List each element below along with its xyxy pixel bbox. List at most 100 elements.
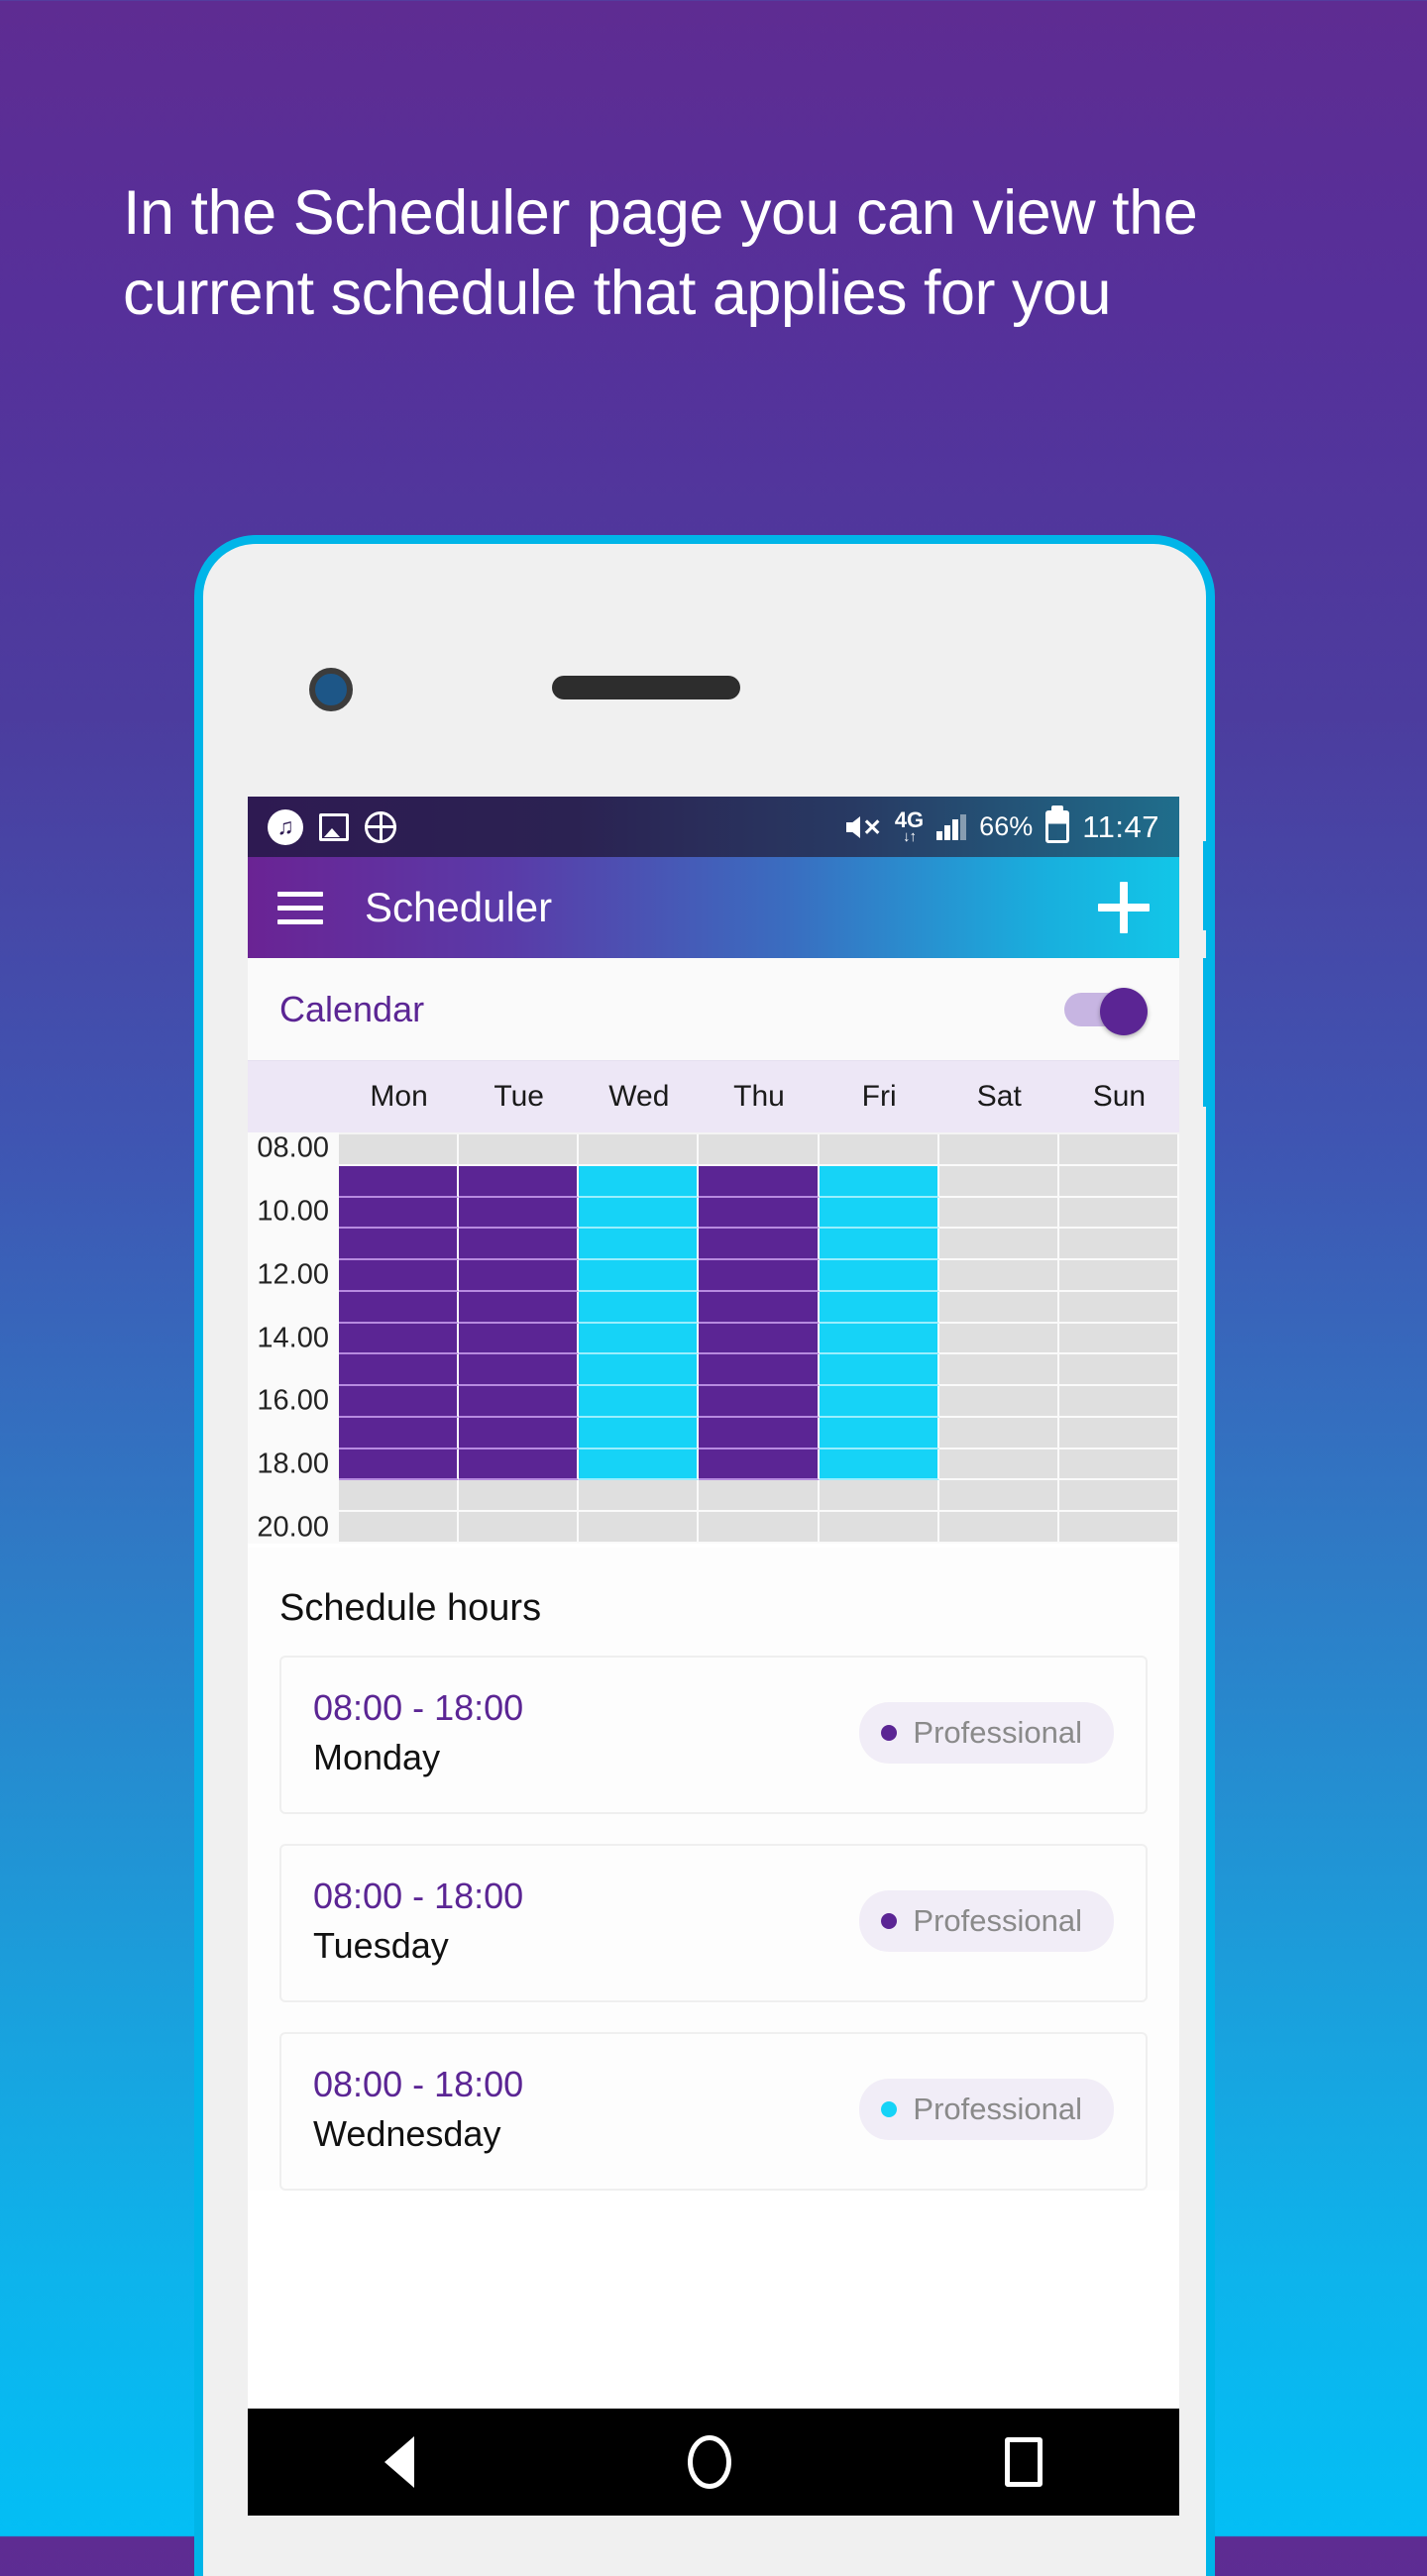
calendar-cell[interactable] (459, 1323, 580, 1355)
calendar-cell[interactable] (819, 1229, 939, 1261)
calendar-cell[interactable] (938, 1260, 1059, 1292)
calendar-cell[interactable] (1058, 1417, 1179, 1449)
calendar-cell[interactable] (819, 1291, 939, 1324)
calendar-cell[interactable] (819, 1417, 939, 1449)
calendar-cell[interactable] (699, 1197, 820, 1230)
calendar-cell[interactable] (459, 1386, 580, 1418)
calendar-cell[interactable] (1058, 1449, 1179, 1481)
schedule-card[interactable]: 08:00 - 18:00 Wednesday Professional (279, 2032, 1148, 2191)
calendar-cell[interactable] (819, 1386, 939, 1418)
calendar-cell[interactable] (459, 1417, 580, 1449)
schedule-card[interactable]: 08:00 - 18:00 Tuesday Professional (279, 1844, 1148, 2002)
calendar-cell[interactable] (819, 1165, 939, 1198)
calendar-cell[interactable] (459, 1291, 580, 1324)
calendar-cell[interactable] (1058, 1512, 1179, 1544)
calendar-cell[interactable] (699, 1260, 820, 1292)
calendar-cell[interactable] (1058, 1386, 1179, 1418)
calendar-cell[interactable] (699, 1480, 820, 1513)
calendar-cell[interactable] (938, 1386, 1059, 1418)
calendar-toggle-switch[interactable] (1064, 987, 1148, 1035)
calendar-cell[interactable] (1058, 1165, 1179, 1198)
calendar-cell[interactable] (699, 1417, 820, 1449)
calendar-cell[interactable] (339, 1512, 460, 1544)
calendar-cell[interactable] (459, 1134, 580, 1166)
calendar-column-mon[interactable] (339, 1134, 460, 1544)
calendar-cell[interactable] (459, 1197, 580, 1230)
calendar-cell[interactable] (579, 1134, 700, 1166)
calendar-cell[interactable] (938, 1480, 1059, 1513)
calendar-cell[interactable] (819, 1134, 939, 1166)
calendar-cell[interactable] (938, 1229, 1059, 1261)
calendar-cell[interactable] (819, 1512, 939, 1544)
calendar-cell[interactable] (339, 1323, 460, 1355)
calendar-cell[interactable] (699, 1165, 820, 1198)
calendar-cell[interactable] (579, 1386, 700, 1418)
calendar-cell[interactable] (938, 1449, 1059, 1481)
calendar-cell[interactable] (938, 1417, 1059, 1449)
calendar-cell[interactable] (819, 1197, 939, 1230)
calendar-cell[interactable] (579, 1480, 700, 1513)
calendar-cell[interactable] (1058, 1229, 1179, 1261)
calendar-cell[interactable] (459, 1260, 580, 1292)
calendar-cell[interactable] (699, 1449, 820, 1481)
calendar-cell[interactable] (1058, 1197, 1179, 1230)
calendar-cell[interactable] (339, 1417, 460, 1449)
calendar-cell[interactable] (339, 1386, 460, 1418)
calendar-toggle-row[interactable]: Calendar (248, 958, 1179, 1061)
calendar-cell[interactable] (699, 1229, 820, 1261)
calendar-cell[interactable] (579, 1165, 700, 1198)
calendar-cell[interactable] (938, 1165, 1059, 1198)
calendar-cell[interactable] (579, 1260, 700, 1292)
calendar-cell[interactable] (339, 1229, 460, 1261)
calendar-cell[interactable] (579, 1354, 700, 1387)
calendar-column-sun[interactable] (1058, 1134, 1179, 1544)
calendar-cell[interactable] (339, 1291, 460, 1324)
calendar-cell[interactable] (938, 1323, 1059, 1355)
calendar-cell[interactable] (339, 1134, 460, 1166)
calendar-cell[interactable] (699, 1323, 820, 1355)
calendar-cell[interactable] (819, 1260, 939, 1292)
calendar-grid[interactable] (339, 1132, 1179, 1544)
calendar-cell[interactable] (699, 1291, 820, 1324)
calendar-column-wed[interactable] (579, 1134, 700, 1544)
recents-square-icon[interactable] (1005, 2437, 1043, 2487)
calendar-cell[interactable] (579, 1291, 700, 1324)
calendar-cell[interactable] (459, 1449, 580, 1481)
calendar-cell[interactable] (938, 1512, 1059, 1544)
calendar-cell[interactable] (459, 1354, 580, 1387)
calendar-cell[interactable] (579, 1512, 700, 1544)
calendar-cell[interactable] (459, 1165, 580, 1198)
calendar-cell[interactable] (699, 1354, 820, 1387)
schedule-card[interactable]: 08:00 - 18:00 Monday Professional (279, 1656, 1148, 1814)
calendar-cell[interactable] (1058, 1260, 1179, 1292)
calendar-cell[interactable] (339, 1449, 460, 1481)
calendar-cell[interactable] (579, 1449, 700, 1481)
calendar-cell[interactable] (339, 1197, 460, 1230)
calendar-cell[interactable] (1058, 1480, 1179, 1513)
calendar-column-thu[interactable] (699, 1134, 820, 1544)
calendar-cell[interactable] (459, 1512, 580, 1544)
calendar-cell[interactable] (819, 1480, 939, 1513)
calendar-cell[interactable] (819, 1354, 939, 1387)
back-triangle-icon[interactable] (384, 2436, 414, 2488)
calendar-cell[interactable] (339, 1260, 460, 1292)
calendar-cell[interactable] (579, 1197, 700, 1230)
calendar-cell[interactable] (938, 1197, 1059, 1230)
calendar-cell[interactable] (938, 1291, 1059, 1324)
calendar-column-tue[interactable] (459, 1134, 580, 1544)
calendar-cell[interactable] (819, 1323, 939, 1355)
calendar-cell[interactable] (579, 1229, 700, 1261)
calendar-cell[interactable] (459, 1480, 580, 1513)
calendar-column-sat[interactable] (938, 1134, 1059, 1544)
calendar-cell[interactable] (938, 1134, 1059, 1166)
calendar-cell[interactable] (1058, 1354, 1179, 1387)
calendar-cell[interactable] (459, 1229, 580, 1261)
calendar-cell[interactable] (699, 1512, 820, 1544)
calendar-cell[interactable] (579, 1417, 700, 1449)
calendar-column-fri[interactable] (819, 1134, 939, 1544)
calendar-cell[interactable] (1058, 1134, 1179, 1166)
calendar-cell[interactable] (1058, 1323, 1179, 1355)
calendar-cell[interactable] (339, 1480, 460, 1513)
hamburger-menu-icon[interactable] (277, 891, 323, 924)
calendar-cell[interactable] (819, 1449, 939, 1481)
